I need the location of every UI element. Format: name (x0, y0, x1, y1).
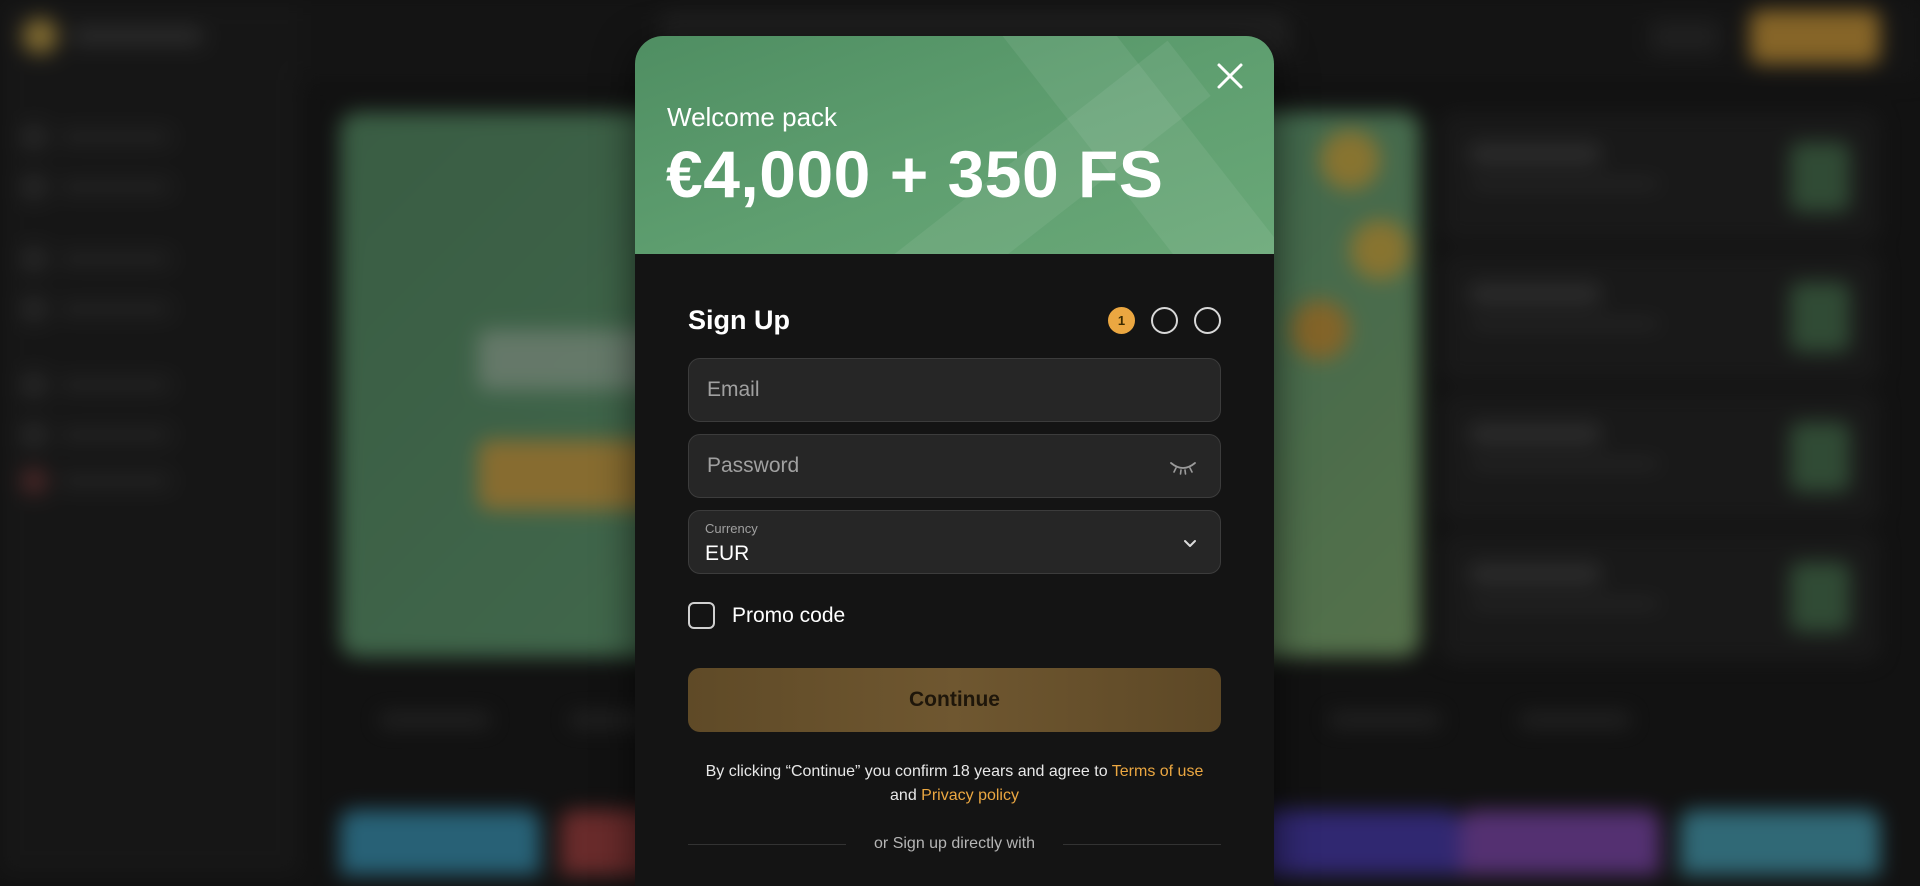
close-icon (1217, 63, 1243, 89)
password-field (688, 434, 1221, 498)
background-promo-card (1440, 392, 1880, 522)
background-game-thumb (1680, 810, 1880, 875)
close-button[interactable] (1212, 58, 1248, 94)
password-input[interactable] (705, 453, 1204, 479)
background-promo-card (1440, 112, 1880, 242)
signup-title: Sign Up (688, 304, 790, 335)
background-coin (1320, 130, 1380, 190)
background-sidebar-item (22, 423, 272, 447)
signup-modal: Welcome pack €4,000 + 350 FS Sign Up 1 E… (635, 36, 1274, 886)
background-sidebar-item (22, 247, 272, 271)
legal-text: By clicking “Continue” you confirm 18 ye… (705, 763, 1108, 780)
step-3 (1194, 306, 1221, 334)
background-sidebar (0, 0, 300, 875)
background-game-thumb (1460, 810, 1660, 875)
step-indicator: 1 (1108, 306, 1221, 334)
background-logo-text (72, 28, 202, 44)
background-sidebar-item (22, 125, 272, 149)
social-divider: or Sign up directly with (688, 835, 1221, 853)
signup-header: Sign Up 1 (688, 294, 1221, 346)
checkbox-icon[interactable] (688, 602, 715, 629)
step-1: 1 (1108, 306, 1135, 334)
background-coin (1290, 300, 1350, 360)
divider-line (1062, 843, 1221, 845)
background-logo (22, 18, 58, 54)
promo-code-label: Promo code (732, 603, 846, 627)
terms-of-use-link[interactable]: Terms of use (1112, 763, 1204, 780)
eye-closed-icon[interactable] (1168, 457, 1198, 477)
background-sidebar-item (22, 175, 272, 199)
background-sidebar-item (22, 469, 272, 493)
background-login (1650, 20, 1720, 54)
currency-value: EUR (705, 541, 750, 565)
continue-button[interactable]: Continue (688, 668, 1221, 732)
legal-notice: By clicking “Continue” you confirm 18 ye… (688, 760, 1221, 808)
email-field (688, 358, 1221, 422)
promo-code-toggle[interactable]: Promo code (688, 602, 1221, 629)
welcome-amount: €4,000 + 350 FS (666, 137, 1164, 211)
step-2 (1151, 306, 1178, 334)
background-signup (1750, 10, 1880, 64)
signup-form: Sign Up 1 Currency EUR (635, 294, 1274, 853)
email-input[interactable] (705, 377, 1204, 403)
background-sidebar-item (22, 297, 272, 321)
background-game-thumb (1260, 810, 1460, 875)
background-sidebar-item (22, 373, 272, 397)
background-promo-card (1440, 532, 1880, 662)
privacy-policy-link[interactable]: Privacy policy (921, 787, 1019, 804)
chevron-down-icon (1184, 540, 1196, 547)
background-game-thumb (340, 810, 540, 875)
divider-text: or Sign up directly with (874, 835, 1035, 852)
background-coin (1350, 220, 1410, 280)
background-promo-card (1440, 252, 1880, 382)
welcome-label: Welcome pack (667, 102, 838, 132)
divider-line (688, 843, 847, 845)
welcome-banner: Welcome pack €4,000 + 350 FS (635, 36, 1274, 254)
legal-and: and (890, 787, 917, 804)
currency-label: Currency (705, 520, 758, 536)
currency-select[interactable]: Currency EUR (688, 510, 1221, 574)
